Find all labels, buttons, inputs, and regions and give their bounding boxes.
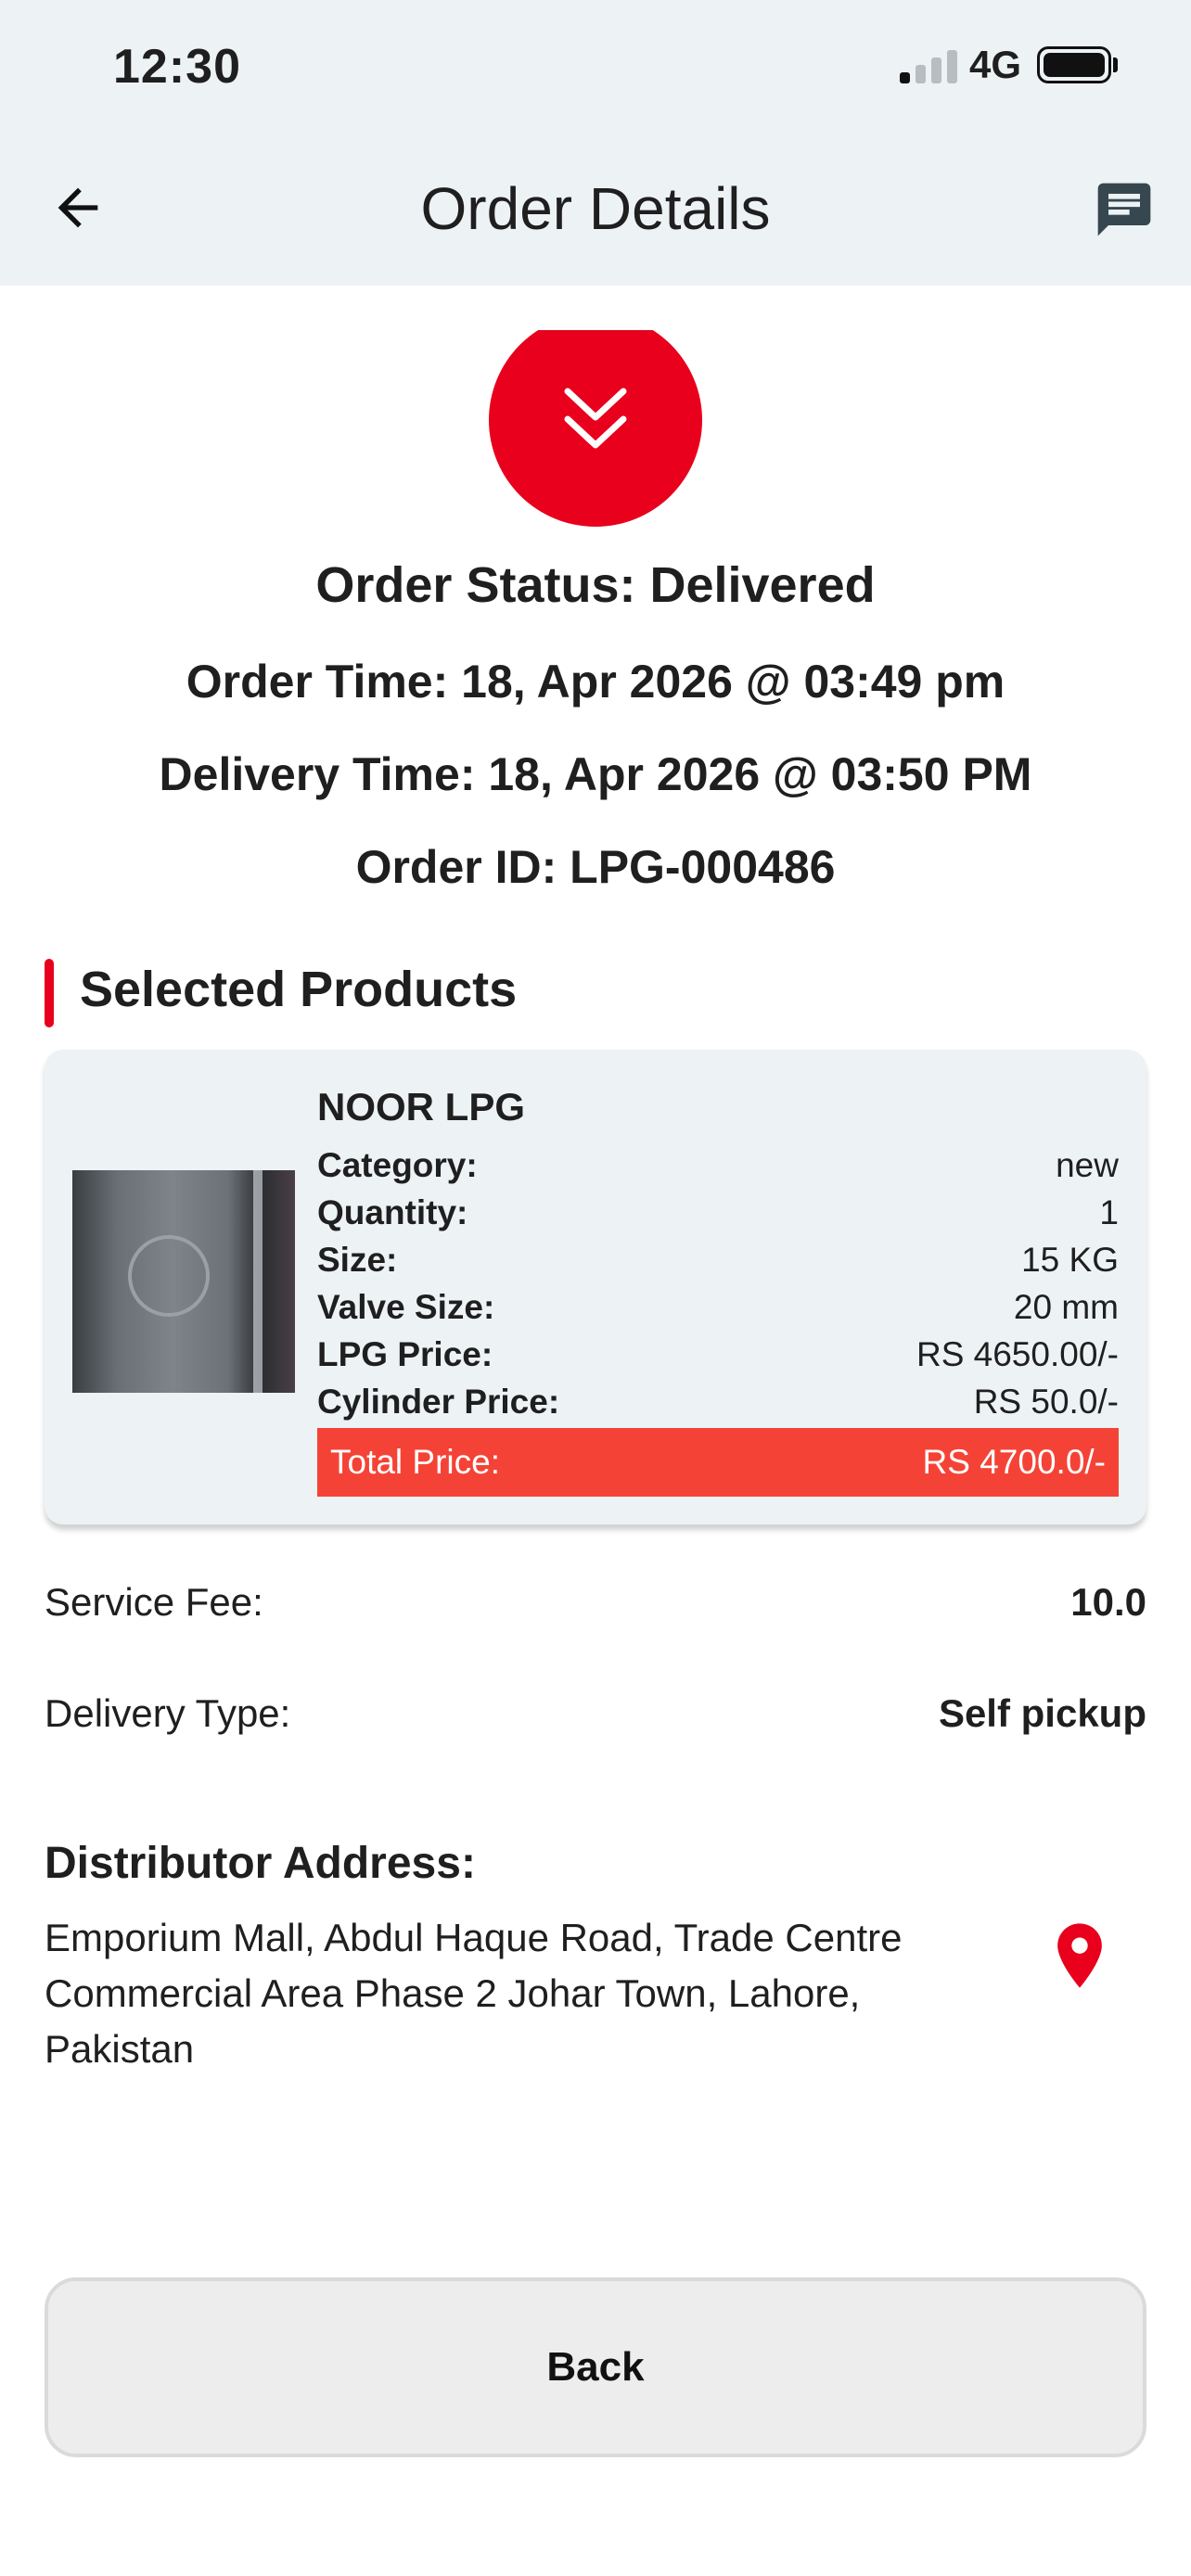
delivery-type-value: Self pickup — [938, 1691, 1146, 1735]
status-time: 12:30 — [113, 40, 241, 94]
section-accent-bar — [45, 959, 54, 1027]
order-status: Order Status: Delivered — [315, 557, 876, 613]
address-title: Distributor Address: — [45, 1839, 476, 1888]
delivery-time: Delivery Time: 18, Apr 2026 @ 03:50 PM — [159, 748, 1032, 800]
total-price-bar: Total Price: RS 4700.0/- — [317, 1428, 1119, 1497]
detail-row-cylinder-price: Cylinder Price: RS 50.0/- — [317, 1383, 1119, 1430]
order-time: Order Time: 18, Apr 2026 @ 03:49 pm — [186, 656, 1005, 708]
total-price-label: Total Price: — [330, 1443, 501, 1481]
status-badge — [489, 313, 702, 527]
detail-row-valve-size: Valve Size: 20 mm — [317, 1288, 1119, 1335]
detail-row-category: Category: new — [317, 1146, 1119, 1193]
signal-icon — [900, 50, 957, 83]
chat-icon[interactable] — [1093, 178, 1156, 241]
detail-value: 20 mm — [1013, 1288, 1119, 1326]
location-pin-icon[interactable] — [1056, 1923, 1104, 1988]
detail-row-quantity: Quantity: 1 — [317, 1193, 1119, 1241]
product-name: NOOR LPG — [317, 1085, 526, 1129]
service-fee-row: Service Fee: 10.0 — [45, 1580, 1146, 1625]
product-card: NOOR LPG Category: new Quantity: 1 Size:… — [45, 1050, 1146, 1524]
detail-value: 1 — [1099, 1193, 1119, 1231]
product-image — [72, 1170, 295, 1393]
delivery-type-label: Delivery Type: — [45, 1691, 291, 1735]
battery-tip — [1113, 57, 1118, 72]
address-text: Emporium Mall, Abdul Haque Road, Trade C… — [45, 1916, 903, 2071]
detail-value: RS 4650.00/- — [916, 1335, 1119, 1373]
total-price-value: RS 4700.0/- — [922, 1443, 1106, 1481]
detail-label: Valve Size: — [317, 1288, 495, 1326]
detail-label: LPG Price: — [317, 1335, 493, 1373]
section-title: Selected Products — [80, 962, 518, 1017]
service-fee-label: Service Fee: — [45, 1580, 263, 1624]
detail-row-lpg-price: LPG Price: RS 4650.00/- — [317, 1335, 1119, 1383]
detail-label: Quantity: — [317, 1193, 468, 1231]
detail-value: new — [1056, 1146, 1119, 1184]
status-badge-mask — [464, 286, 727, 330]
order-id: Order ID: LPG-000486 — [355, 841, 836, 893]
service-fee-value: 10.0 — [1070, 1580, 1146, 1624]
detail-row-size: Size: 15 KG — [317, 1241, 1119, 1288]
delivery-type-row: Delivery Type: Self pickup — [45, 1691, 1146, 1736]
battery-icon — [1037, 46, 1111, 83]
detail-value: 15 KG — [1021, 1241, 1119, 1279]
top-bar: 12:30 4G Order Details — [0, 0, 1191, 286]
back-button[interactable]: Back — [45, 2277, 1146, 2457]
product-details: Category: new Quantity: 1 Size: 15 KG Va… — [317, 1146, 1119, 1430]
detail-label: Category: — [317, 1146, 478, 1184]
network-label: 4G — [969, 43, 1022, 86]
page-title: Order Details — [420, 175, 771, 242]
detail-label: Cylinder Price: — [317, 1383, 560, 1421]
detail-value: RS 50.0/- — [973, 1383, 1119, 1421]
double-chevron-down-icon — [564, 388, 627, 449]
detail-label: Size: — [317, 1241, 398, 1279]
